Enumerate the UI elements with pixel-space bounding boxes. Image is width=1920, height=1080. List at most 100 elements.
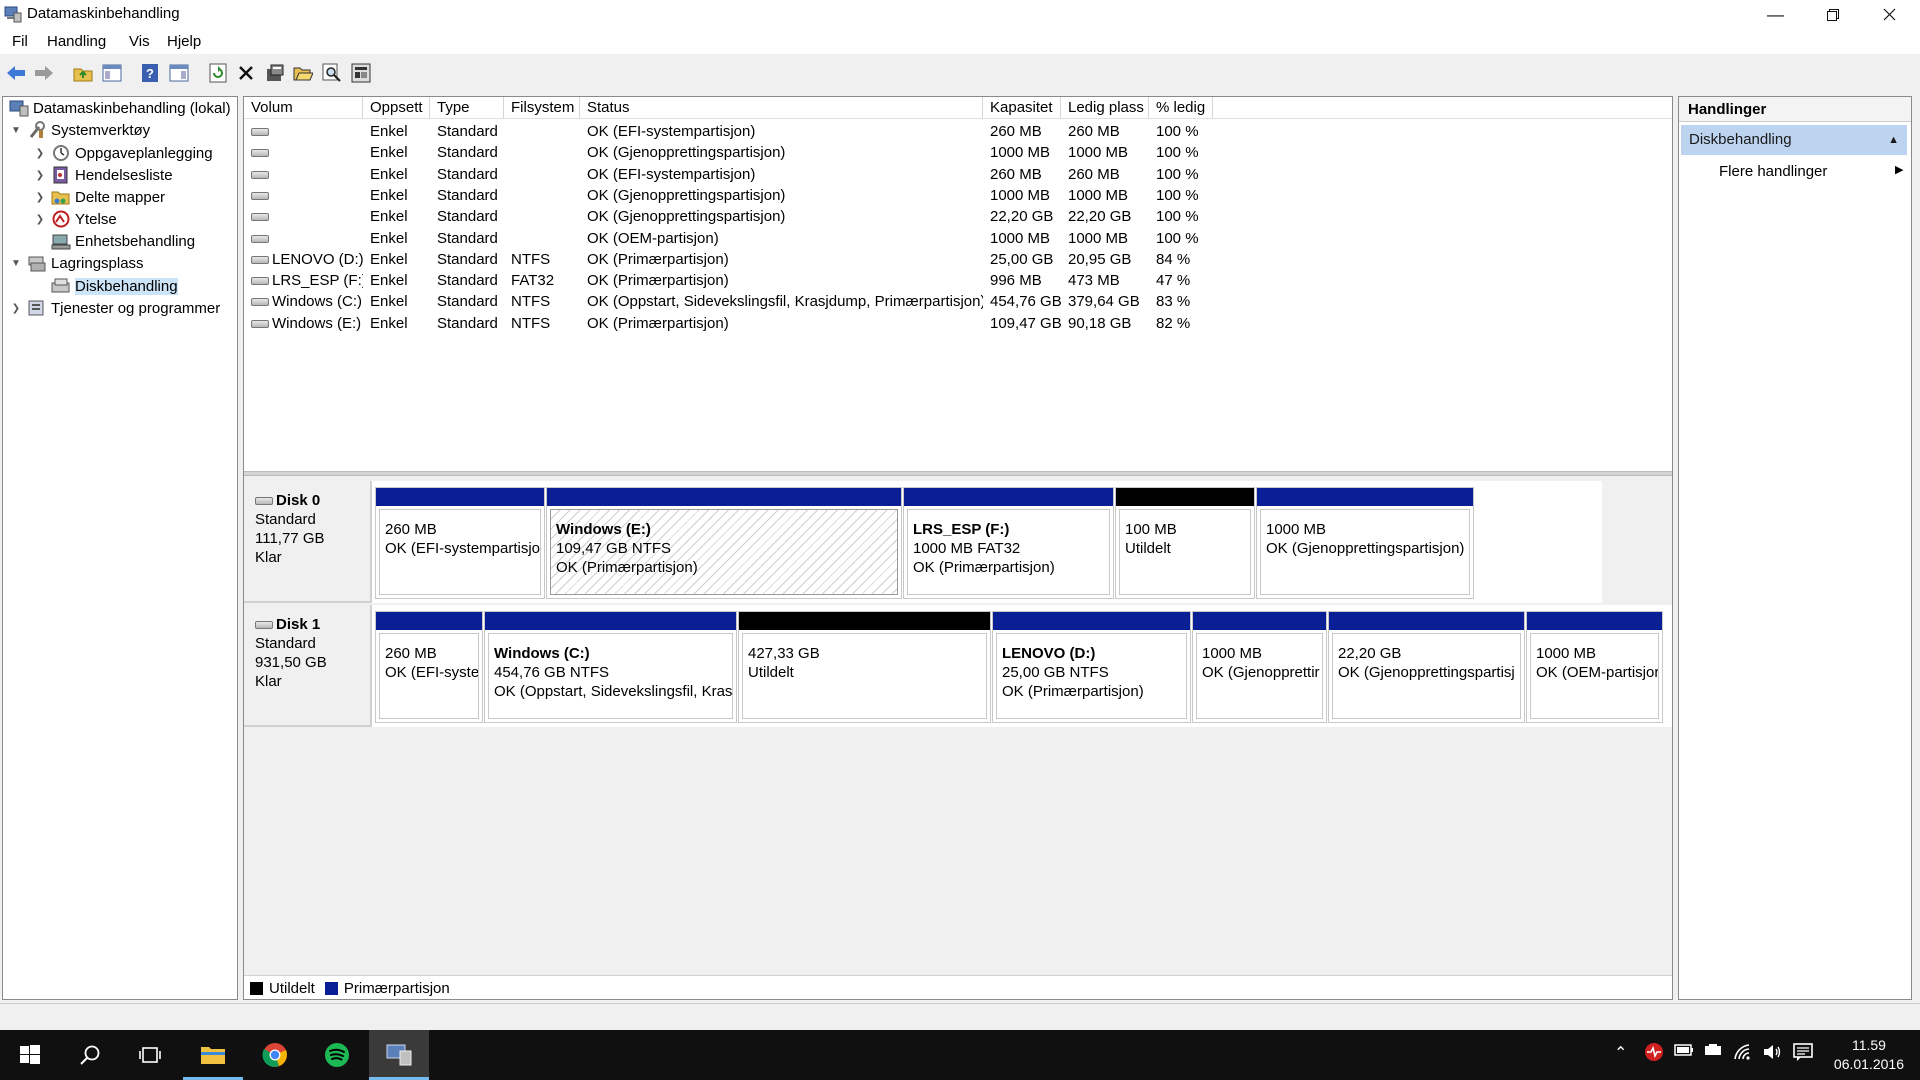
- cell-filesystem: [504, 121, 580, 142]
- system-clock[interactable]: 11.59 06.01.2016: [1834, 1036, 1904, 1074]
- delete-button[interactable]: [235, 62, 257, 84]
- chevron-right-icon[interactable]: ❯: [33, 214, 47, 225]
- antivirus-tray-icon[interactable]: [1644, 1042, 1664, 1067]
- table-row[interactable]: Windows (C:) Enkel Standard NTFS OK (Oppstar…: [244, 291, 1244, 312]
- table-row[interactable]: Enkel Standard OK (OEM-partisjon) 1000 MB 10…: [244, 228, 1244, 249]
- chevron-down-icon[interactable]: ▼: [9, 258, 23, 269]
- usb-drive-icon[interactable]: [1703, 1043, 1723, 1062]
- partition-title: Windows (C:): [494, 645, 590, 662]
- disk0-partition-unallocated[interactable]: 100 MB Utildelt: [1115, 487, 1255, 599]
- properties-button[interactable]: [264, 62, 286, 84]
- refresh-button[interactable]: [207, 62, 229, 84]
- task-view-button[interactable]: [120, 1030, 180, 1080]
- computer-management-icon: [386, 1044, 412, 1065]
- tree-item-disk-management[interactable]: Diskbehandling: [47, 275, 178, 297]
- chevron-down-icon[interactable]: ▼: [9, 125, 23, 136]
- tree-item-device-manager[interactable]: Enhetsbehandling: [47, 230, 195, 252]
- minimize-button[interactable]: —: [1747, 0, 1804, 29]
- search-button[interactable]: [321, 62, 343, 84]
- col-header-filesystem[interactable]: Filsystem: [504, 97, 580, 119]
- menu-action[interactable]: Handling: [47, 33, 106, 50]
- tree-item-task-scheduler[interactable]: ❯ Oppgaveplanlegging: [33, 142, 213, 164]
- search-button[interactable]: [60, 1030, 120, 1080]
- spotify-taskbar-item[interactable]: [307, 1030, 367, 1080]
- cell-capacity: 22,20 GB: [983, 206, 1061, 227]
- col-header-status[interactable]: Status: [580, 97, 983, 119]
- cell-text: 454,76 GB: [990, 293, 1061, 311]
- disk0-partition-efi[interactable]: 260 MB OK (EFI-systempartisjo: [375, 487, 545, 599]
- tree-item-services[interactable]: ❯ Tjenester og programmer: [9, 297, 220, 319]
- disk-1-label[interactable]: Disk 1 Standard 931,50 GB Klar: [244, 605, 372, 727]
- disk1-partition-oem[interactable]: 1000 MB OK (OEM-partisjor: [1526, 611, 1663, 723]
- disk0-partition-windows-e[interactable]: Windows (E:) 109,47 GB NTFS OK (Primærpart…: [546, 487, 902, 599]
- tree-item-storage[interactable]: ▼ Lagringsplass: [9, 252, 144, 274]
- actions-section-disk-management[interactable]: Diskbehandling ▲: [1681, 125, 1907, 155]
- menu-view[interactable]: Vis: [129, 33, 150, 50]
- cell-filesystem: NTFS: [504, 313, 580, 334]
- legend-unallocated-label: Utildelt: [269, 980, 315, 997]
- computer-management-taskbar-item[interactable]: [369, 1030, 429, 1080]
- col-header-type[interactable]: Type: [430, 97, 504, 119]
- disk0-partition-lrs-esp[interactable]: LRS_ESP (F:) 1000 MB FAT32 OK (Primærparti…: [903, 487, 1114, 599]
- chevron-right-icon[interactable]: ❯: [9, 303, 23, 314]
- table-row[interactable]: Windows (E:) Enkel Standard NTFS OK (Primærp…: [244, 313, 1244, 334]
- tree-item-shared-folders[interactable]: ❯ Delte mapper: [33, 186, 165, 208]
- chrome-taskbar-item[interactable]: [245, 1030, 305, 1080]
- cell-text: 1000 MB: [990, 186, 1051, 204]
- chevron-right-icon[interactable]: ❯: [33, 148, 47, 159]
- col-header-free-space[interactable]: Ledig plass: [1061, 97, 1149, 119]
- forward-button[interactable]: [33, 62, 55, 84]
- col-header-capacity[interactable]: Kapasitet: [983, 97, 1061, 119]
- volume-icon[interactable]: [1762, 1043, 1782, 1066]
- disk1-partition-lenovo-d[interactable]: LENOVO (D:) 25,00 GB NTFS OK (Primærpartis…: [992, 611, 1191, 723]
- chevron-right-icon[interactable]: ❯: [33, 170, 47, 181]
- disk0-partition-recovery[interactable]: 1000 MB OK (Gjenopprettingspartisjon): [1256, 487, 1474, 599]
- show-action-pane-button[interactable]: [168, 62, 190, 84]
- table-row[interactable]: LRS_ESP (F:) Enkel Standard FAT32 OK (Primær…: [244, 270, 1244, 291]
- disk1-partition-windows-c[interactable]: Windows (C:) 454,76 GB NTFS OK (Oppstart, …: [484, 611, 737, 723]
- table-row[interactable]: Enkel Standard OK (EFI-systempartisjon) 260…: [244, 164, 1244, 185]
- settings-button[interactable]: [350, 62, 372, 84]
- table-row[interactable]: Enkel Standard OK (Gjenopprettingspartisjo…: [244, 185, 1244, 206]
- battery-icon[interactable]: [1674, 1043, 1694, 1062]
- table-row[interactable]: LENOVO (D:) Enkel Standard NTFS OK (Primærpa…: [244, 249, 1244, 270]
- close-button[interactable]: [1861, 0, 1918, 29]
- table-row[interactable]: Enkel Standard OK (EFI-systempartisjon) 260…: [244, 121, 1244, 142]
- col-header-percent-free[interactable]: % ledig: [1149, 97, 1213, 119]
- menu-help[interactable]: Hjelp: [167, 33, 201, 50]
- menu-file[interactable]: Fil: [12, 33, 28, 50]
- disk1-partition-recovery-1[interactable]: 1000 MB OK (Gjenopprettir: [1192, 611, 1327, 723]
- cell-volume-name: LRS_ESP (F:): [244, 270, 363, 291]
- open-button[interactable]: [292, 62, 314, 84]
- cell-text: Enkel: [370, 314, 408, 332]
- tree-item-performance[interactable]: ❯ Ytelse: [33, 208, 117, 230]
- action-center-icon[interactable]: [1793, 1043, 1813, 1066]
- partition-size: 1000 MB: [1266, 521, 1327, 538]
- partition-status: OK (Gjenopprettingspartisjon): [1266, 540, 1465, 557]
- col-header-volume[interactable]: Volum: [244, 97, 363, 119]
- table-row[interactable]: Enkel Standard OK (Gjenopprettingspartisjo…: [244, 206, 1244, 227]
- disk1-partition-unallocated[interactable]: 427,33 GB Utildelt: [738, 611, 991, 723]
- more-actions-item[interactable]: Flere handlinger: [1719, 159, 1827, 185]
- chevron-right-icon[interactable]: ❯: [33, 192, 47, 203]
- cell-text: Windows (E:): [272, 314, 362, 332]
- disk1-partition-recovery-2[interactable]: 22,20 GB OK (Gjenopprettingspartisj: [1328, 611, 1525, 723]
- help-button[interactable]: ?: [139, 62, 161, 84]
- col-header-layout[interactable]: Oppsett: [363, 97, 430, 119]
- disk-0-label[interactable]: Disk 0 Standard 111,77 GB Klar: [244, 481, 372, 603]
- tree-root[interactable]: Datamaskinbehandling (lokal): [5, 97, 231, 119]
- start-button[interactable]: [0, 1030, 60, 1080]
- up-folder-button[interactable]: [72, 62, 94, 84]
- restore-button[interactable]: [1804, 0, 1861, 29]
- wifi-icon[interactable]: [1733, 1043, 1753, 1066]
- disk1-partition-efi[interactable]: 260 MB OK (EFI-systen: [375, 611, 483, 723]
- show-hide-tree-button[interactable]: [101, 62, 123, 84]
- tree-item-system-tools[interactable]: ▼ Systemverktøy: [9, 119, 150, 141]
- cell-capacity: 260 MB: [983, 164, 1061, 185]
- table-row[interactable]: Enkel Standard OK (Gjenopprettingspartisjo…: [244, 142, 1244, 163]
- show-hidden-icons-chevron-icon[interactable]: ⌃: [1614, 1043, 1627, 1063]
- back-button[interactable]: [5, 62, 27, 84]
- collapse-up-icon[interactable]: ▲: [1888, 125, 1899, 155]
- tree-item-event-viewer[interactable]: ❯ Hendelsesliste: [33, 164, 173, 186]
- file-explorer-taskbar-item[interactable]: [183, 1030, 243, 1080]
